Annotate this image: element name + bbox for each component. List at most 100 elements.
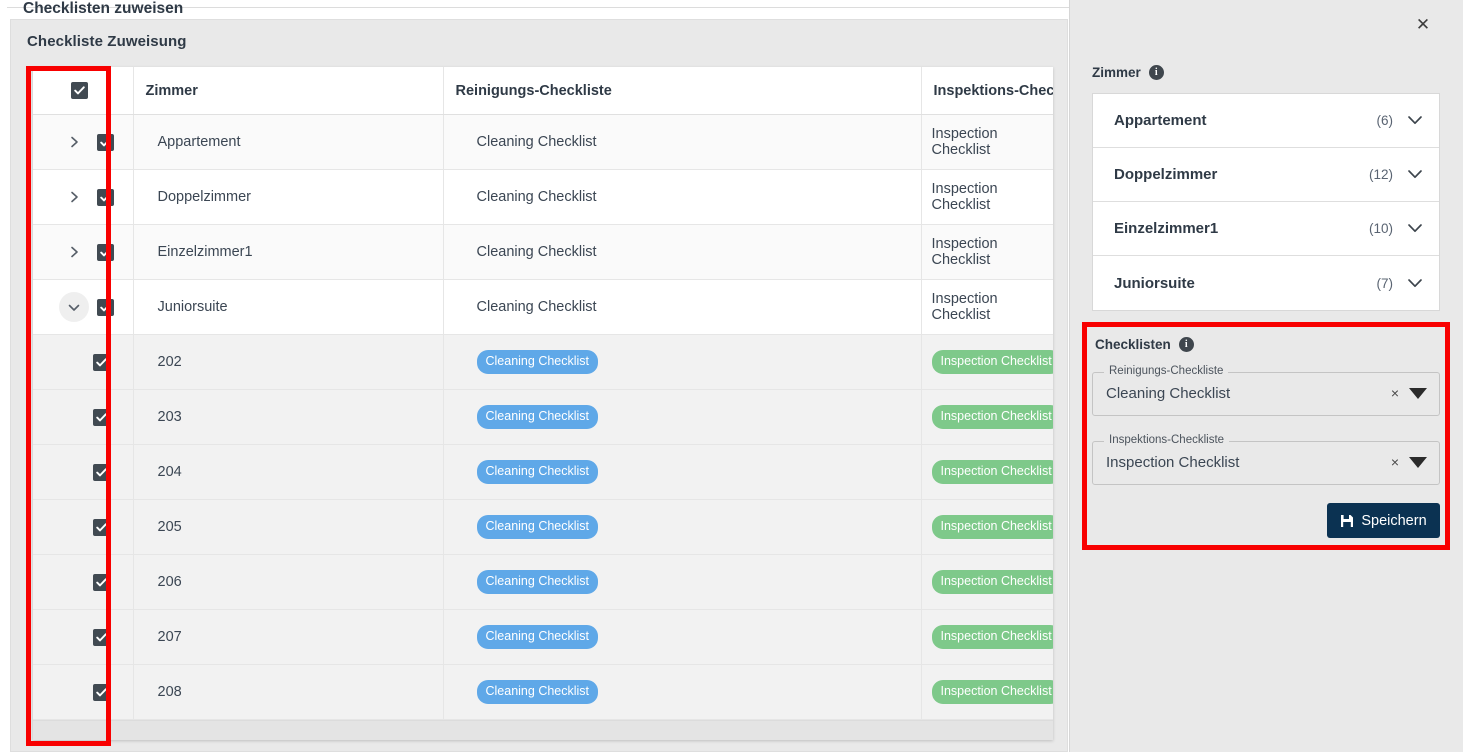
room-name-cell: 205 <box>133 499 444 555</box>
zimmer-section-label: Zimmer i <box>1092 65 1164 80</box>
table-footer <box>33 720 1053 740</box>
row-select-wrapper[interactable] <box>33 115 133 169</box>
room-name-cell: 204 <box>133 444 444 500</box>
chevron-down-icon[interactable] <box>59 292 89 322</box>
chevron-down-icon[interactable] <box>1409 457 1427 468</box>
row-select-wrapper[interactable] <box>33 280 133 334</box>
row-select-wrapper[interactable] <box>33 170 133 224</box>
row-select-wrapper[interactable] <box>33 390 133 444</box>
chevron-down-icon[interactable] <box>1409 388 1427 399</box>
cleaning-checklist-cell: Cleaning Checklist <box>443 114 922 170</box>
room-name-cell: 206 <box>133 554 444 610</box>
chevron-right-icon[interactable] <box>59 127 89 157</box>
close-icon[interactable]: ✕ <box>1409 10 1437 38</box>
chevron-down-icon[interactable] <box>1407 115 1423 126</box>
table-row[interactable]: Doppelzimmer Cleaning Checklist Inspection… <box>33 169 1053 225</box>
accordion-item-count: (6) <box>1376 113 1394 128</box>
row-select-cell <box>33 609 134 665</box>
row-checkbox[interactable] <box>93 683 110 701</box>
table-row[interactable]: Einzelzimmer1 Cleaning Checklist Inspectio… <box>33 224 1053 280</box>
accordion-item[interactable]: Appartement (6) <box>1093 94 1439 148</box>
inspection-checklist-cell: Inspection Checklist <box>921 334 1053 390</box>
table-row[interactable]: 204 Cleaning Checklist Inspection Checklis… <box>33 444 1053 500</box>
chevron-right-icon[interactable] <box>59 237 89 267</box>
rooms-table-body: Appartement Cleaning Checklist Inspection … <box>33 114 1053 720</box>
status-badge: Inspection Checklist <box>931 680 1053 704</box>
row-select-cell <box>33 334 134 390</box>
table-row[interactable]: Appartement Cleaning Checklist Inspection … <box>33 114 1053 170</box>
row-checkbox[interactable] <box>93 628 110 646</box>
cleaning-checklist-select[interactable]: Reinigungs-Checkliste Cleaning Checklist… <box>1092 365 1440 416</box>
table-row[interactable]: 205 Cleaning Checklist Inspection Checklis… <box>33 499 1053 555</box>
checklisten-section-label: Checklisten i <box>1095 337 1194 352</box>
row-checkbox[interactable] <box>93 408 110 426</box>
row-select-cell <box>33 114 134 170</box>
row-select-cell <box>33 389 134 445</box>
info-icon[interactable]: i <box>1148 65 1164 80</box>
cleaning-checklist-cell: Cleaning Checklist <box>443 664 922 720</box>
table-row[interactable]: 208 Cleaning Checklist Inspection Checklis… <box>33 664 1053 720</box>
accordion-item[interactable]: Einzelzimmer1 (10) <box>1093 202 1439 256</box>
room-name-cell: Juniorsuite <box>133 279 444 335</box>
table-row[interactable]: 206 Cleaning Checklist Inspection Checklis… <box>33 554 1053 610</box>
save-button[interactable]: Speichern <box>1327 503 1440 538</box>
chevron-right-icon[interactable] <box>59 182 89 212</box>
chevron-down-icon[interactable] <box>1407 223 1423 234</box>
row-select-wrapper[interactable] <box>33 225 133 279</box>
header-room: Zimmer <box>133 67 444 115</box>
inspection-checklist-text: Inspection Checklist <box>931 126 998 158</box>
row-checkbox[interactable] <box>97 243 114 261</box>
cleaning-checklist-text: Cleaning Checklist <box>476 189 597 205</box>
select-all-checkbox[interactable] <box>71 82 88 99</box>
table-header-row: Zimmer Reinigungs-Checkliste Inspektions… <box>33 67 1053 115</box>
cleaning-checklist-legend: Reinigungs-Checkliste <box>1104 365 1229 377</box>
inspection-checklist-cell: Inspection Checklist <box>921 169 1053 225</box>
row-select-cell <box>33 444 134 500</box>
row-select-wrapper[interactable] <box>33 500 133 554</box>
table-row[interactable]: 202 Cleaning Checklist Inspection Checklis… <box>33 334 1053 390</box>
row-checkbox[interactable] <box>93 463 110 481</box>
chevron-down-icon[interactable] <box>1407 169 1423 180</box>
row-select-wrapper[interactable] <box>33 610 133 664</box>
row-checkbox[interactable] <box>97 188 114 206</box>
status-badge: Inspection Checklist <box>931 350 1053 374</box>
row-checkbox[interactable] <box>93 353 110 371</box>
select-all-wrapper[interactable] <box>45 67 133 114</box>
row-select-wrapper[interactable] <box>33 665 133 719</box>
clear-icon[interactable]: × <box>1391 455 1399 469</box>
info-icon[interactable]: i <box>1178 337 1194 352</box>
inspection-checklist-cell: Inspection Checklist <box>921 224 1053 280</box>
status-badge: Inspection Checklist <box>931 570 1053 594</box>
inspection-checklist-text: Inspection Checklist <box>931 181 998 213</box>
inspection-checklist-select[interactable]: Inspektions-Checkliste Inspection Checkl… <box>1092 434 1440 485</box>
inspection-checklist-value: Inspection Checklist <box>1106 454 1240 471</box>
row-select-wrapper[interactable] <box>33 335 133 389</box>
row-checkbox[interactable] <box>97 298 114 316</box>
accordion-item[interactable]: Juniorsuite (7) <box>1093 256 1439 310</box>
table-row[interactable]: 207 Cleaning Checklist Inspection Checklis… <box>33 609 1053 665</box>
inspection-checklist-cell: Inspection Checklist <box>921 114 1053 170</box>
table-row[interactable]: Juniorsuite Cleaning Checklist Inspection … <box>33 279 1053 335</box>
save-button-label: Speichern <box>1361 512 1427 529</box>
row-select-cell <box>33 499 134 555</box>
row-select-wrapper[interactable] <box>33 445 133 499</box>
room-name-cell: Einzelzimmer1 <box>133 224 444 280</box>
accordion-item-count: (12) <box>1368 167 1393 182</box>
status-badge: Cleaning Checklist <box>476 350 599 374</box>
row-checkbox[interactable] <box>97 133 114 151</box>
inspection-checklist-legend: Inspektions-Checkliste <box>1104 434 1230 446</box>
room-type-accordion: Appartement (6) Doppelzimmer (12) Einzelzimm… <box>1092 93 1440 311</box>
row-select-wrapper[interactable] <box>33 555 133 609</box>
inspection-checklist-cell: Inspection Checklist <box>921 609 1053 665</box>
clear-icon[interactable]: × <box>1391 386 1399 400</box>
checklisten-label-text: Checklisten <box>1095 337 1171 352</box>
chevron-down-icon[interactable] <box>1407 278 1423 289</box>
status-badge: Inspection Checklist <box>931 405 1053 429</box>
cleaning-checklist-cell: Cleaning Checklist <box>443 609 922 665</box>
row-checkbox[interactable] <box>93 518 110 536</box>
row-checkbox[interactable] <box>93 573 110 591</box>
header-cleaning: Reinigungs-Checkliste <box>443 67 922 115</box>
accordion-item-label: Juniorsuite <box>1114 274 1195 292</box>
table-row[interactable]: 203 Cleaning Checklist Inspection Checklis… <box>33 389 1053 445</box>
accordion-item[interactable]: Doppelzimmer (12) <box>1093 148 1439 202</box>
